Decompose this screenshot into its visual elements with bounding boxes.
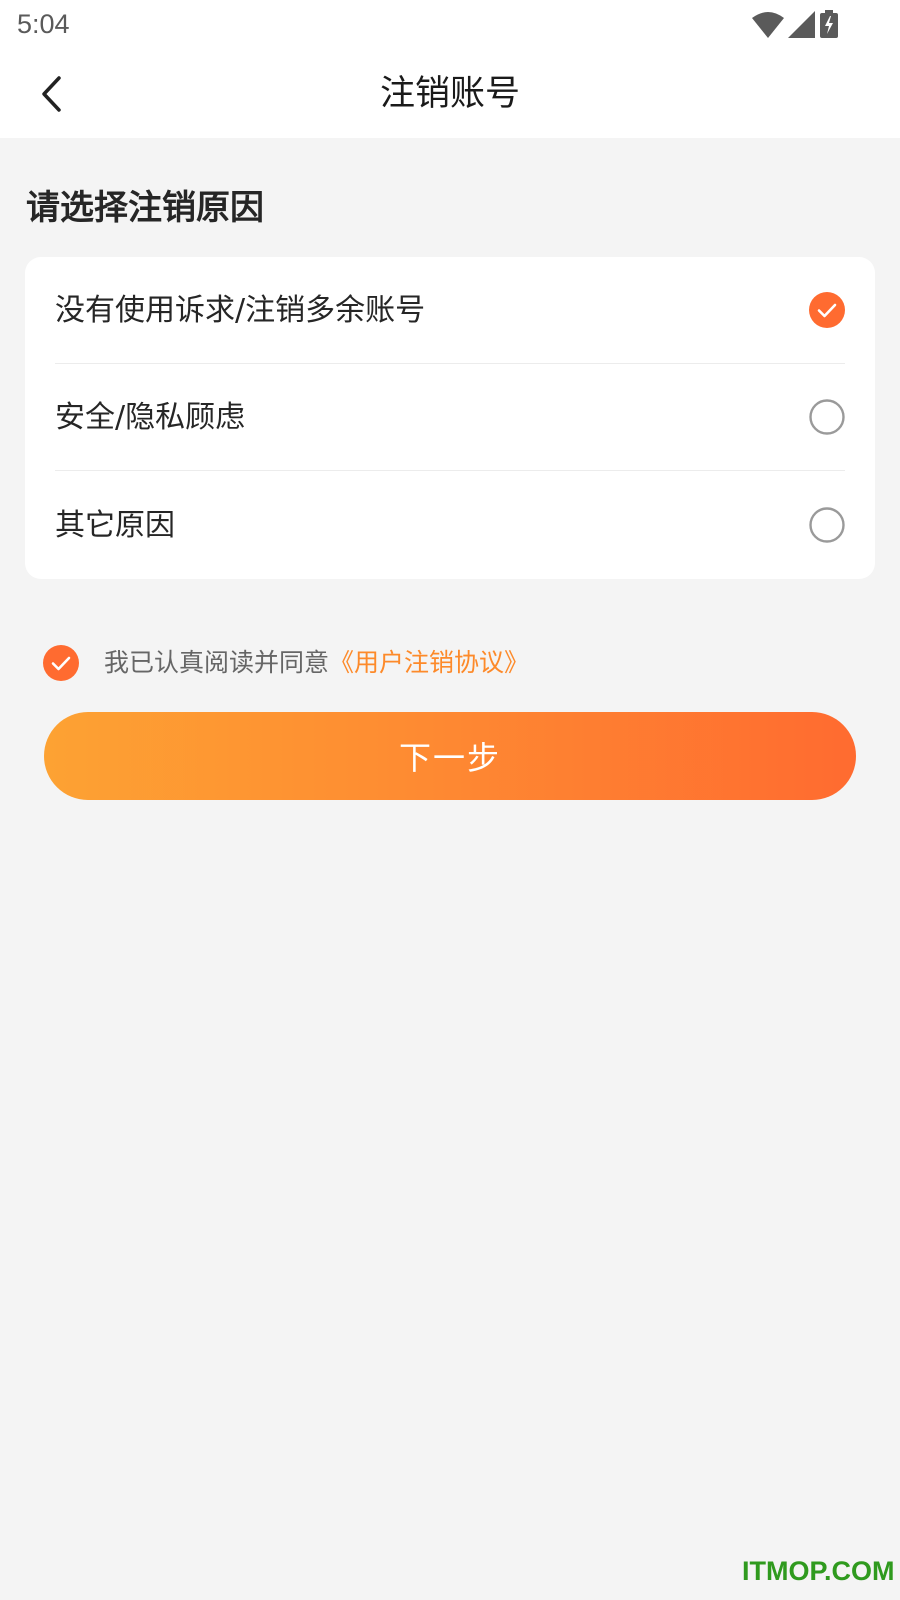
nav-bar: 注销账号 [0,50,900,138]
reason-option-other[interactable]: 其它原因 [55,472,845,579]
agreement-checkbox-icon[interactable] [43,645,79,681]
back-button[interactable] [22,64,82,124]
agreement-label: 我已认真阅读并同意 [104,648,330,677]
reason-label: 其它原因 [55,508,175,543]
radio-checked-icon[interactable] [809,292,845,328]
chevron-left-icon [42,76,61,112]
watermark: ITMOP.COM [742,1556,895,1586]
section-heading: 请选择注销原因 [26,188,264,228]
agreement-text: 我已认真阅读并同意《用户注销协议》 [104,643,529,683]
next-step-button[interactable]: 下一步 [44,712,856,800]
agreement-row: 我已认真阅读并同意《用户注销协议》 [43,643,843,683]
reason-option-privacy[interactable]: 安全/隐私顾虑 [55,364,845,471]
reason-option-no-need[interactable]: 没有使用诉求/注销多余账号 [55,257,845,364]
battery-charging-icon [820,10,838,38]
reason-label: 安全/隐私顾虑 [55,400,246,435]
wifi-icon [752,12,784,38]
agreement-link[interactable]: 《用户注销协议》 [329,648,529,677]
page-title: 注销账号 [379,74,520,114]
status-bar: 5:04 [0,0,900,50]
radio-unchecked-icon[interactable] [809,399,845,435]
reason-list: 没有使用诉求/注销多余账号 安全/隐私顾虑 其它原因 [25,257,875,579]
status-icons [752,9,852,41]
status-time: 5:04 [17,9,70,39]
radio-unchecked-icon[interactable] [809,507,845,543]
cell-signal-icon [788,11,815,38]
reason-label: 没有使用诉求/注销多余账号 [55,293,426,328]
